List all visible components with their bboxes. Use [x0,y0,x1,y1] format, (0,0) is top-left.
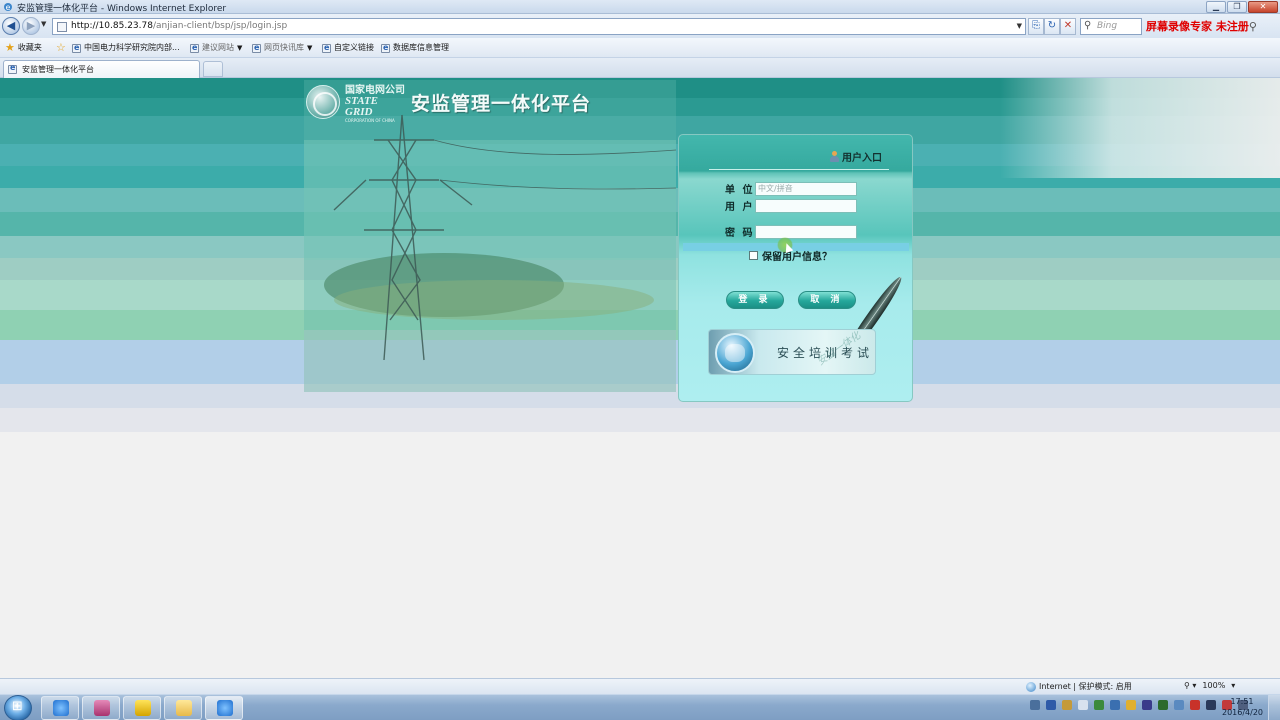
unit-label: 单 位 [725,185,755,196]
start-button[interactable] [4,695,32,720]
taskbar-ie-active-icon[interactable] [205,696,243,720]
ie-page-icon [190,42,199,54]
close-button[interactable]: ✕ [1248,1,1278,13]
address-dropdown-icon[interactable]: ▼ [1017,22,1022,30]
refresh-icon[interactable]: ↻ [1044,18,1060,35]
favorites-button[interactable]: ★ 收藏夹 [5,42,42,54]
globe-icon [715,333,755,373]
password-input[interactable] [755,224,857,239]
user-row: 用 户 [725,198,857,213]
zoom-dropdown-icon: ▾ [1231,681,1236,690]
favorite-link[interactable]: 中国电力科学研究院内部... [72,42,180,54]
login-header: 用户入口 [829,149,882,164]
ie-page-icon [381,42,390,54]
remember-label: 保留用户信息？ [762,252,832,263]
username-input[interactable] [755,198,857,213]
tray-icon[interactable] [1046,700,1056,710]
minimize-button[interactable]: ▁ [1206,1,1226,13]
add-star-icon: ☆ [56,41,66,54]
favorite-link[interactable]: 数据库信息管理 [381,42,449,54]
windows-taskbar: 17:51 2016/4/20 [0,694,1280,720]
tab-strip: 安监管理一体化平台 [0,58,1280,78]
show-desktop-button[interactable] [1268,695,1280,720]
history-dropdown-icon[interactable]: ▼ [41,20,46,28]
star-icon: ★ [5,41,15,54]
system-tray [1030,700,1248,710]
page-icon [57,22,67,32]
tab-active[interactable]: 安监管理一体化平台 [3,60,200,78]
taskbar-app-icon[interactable] [123,696,161,720]
search-icon: ⚲ [1084,20,1092,31]
taskbar-clock[interactable]: 17:51 2016/4/20 [1222,696,1263,718]
taskbar-ie-icon[interactable] [41,696,79,720]
ie-logo-icon: e [4,3,12,12]
brand-header: 国家电网公司 STATE GRID CORPORATION OF CHINA 安… [306,84,592,123]
compatibility-view-icon[interactable]: ⎘ [1028,18,1044,35]
address-input[interactable]: http://10.85.23.78/anjian-client/bsp/jsp… [52,18,1026,35]
recorder-watermark: 屏幕录像专家 未注册⚲ [1146,20,1257,33]
dropdown-icon: ▼ [307,44,313,52]
favorites-bar: ★ 收藏夹 ☆ 中国电力科学研究院内部... 建议网站 ▼ 网页快讯库 ▼ 自定… [0,38,1280,58]
page-title: 安监管理一体化平台 [411,92,592,115]
ie-page-icon [252,42,261,54]
ie-page-icon [322,42,331,54]
address-toolbar: ◀ ▶ ▼ http://10.85.23.78/anjian-client/b… [0,14,1280,38]
remember-checkbox[interactable] [749,251,758,260]
new-tab-button[interactable] [203,61,223,77]
ie-page-icon [72,42,81,54]
cancel-button[interactable]: 取 消 [798,291,856,309]
dropdown-icon: ▼ [237,44,243,52]
power-tower-illustration [304,80,676,392]
zoom-level: 100% [1202,681,1226,690]
taskbar-explorer-icon[interactable] [164,696,202,720]
security-zone[interactable]: Internet | 保护模式: 启用 [1026,681,1132,692]
zoom-icon: ⚲ ▾ [1184,681,1197,690]
maximize-button[interactable]: ❐ [1227,1,1247,13]
tray-icon[interactable] [1174,700,1184,710]
search-icon: ⚲ [1248,20,1257,33]
url-text[interactable]: http://10.85.23.78/anjian-client/bsp/jsp… [71,21,287,31]
stop-icon[interactable]: ✕ [1060,18,1076,35]
tray-icon[interactable] [1206,700,1216,710]
favorite-link[interactable]: 自定义链接 [322,42,374,54]
ie-page-icon [8,63,17,74]
status-bar: Internet | 保护模式: 启用 ⚲ ▾ 100% ▾ [0,678,1280,694]
back-button[interactable]: ◀ [2,17,20,35]
mouse-cursor-icon [777,237,793,253]
password-label: 密 码 [725,228,755,239]
window-title: 安监管理一体化平台 - Windows Internet Explorer [17,4,227,14]
search-placeholder: Bing [1097,21,1118,31]
state-grid-wordmark: 国家电网公司 STATE GRID CORPORATION OF CHINA [345,85,405,123]
tray-icon[interactable] [1158,700,1168,710]
login-panel: 用户入口 单 位 中文/拼音 用 户 密 码 保留用户信息？ 登 录 取 消 安… [678,134,913,402]
tray-icon[interactable] [1142,700,1152,710]
tray-icon[interactable] [1094,700,1104,710]
tray-icon[interactable] [1126,700,1136,710]
state-grid-logo-icon [306,85,340,119]
forward-button[interactable]: ▶ [22,17,40,35]
favorite-link[interactable]: 网页快讯库 ▼ [252,42,312,54]
window-titlebar: e 安监管理一体化平台 - Windows Internet Explorer … [0,0,1280,14]
tray-icon[interactable] [1078,700,1088,710]
header-divider [709,169,889,170]
internet-zone-icon [1026,681,1036,692]
password-row: 密 码 [725,224,857,239]
taskbar-app-icon[interactable] [82,696,120,720]
add-favorite-button[interactable]: ☆ [56,42,66,54]
page-content: 国家电网公司 STATE GRID CORPORATION OF CHINA 安… [0,78,1280,678]
login-button[interactable]: 登 录 [726,291,784,309]
tray-icon[interactable] [1062,700,1072,710]
search-input[interactable]: ⚲ Bing [1080,18,1142,35]
zoom-control[interactable]: ⚲ ▾ 100% ▾ [1184,681,1235,690]
tray-icon[interactable] [1030,700,1040,710]
unit-row: 单 位 中文/拼音 [725,181,857,196]
svg-text:e: e [6,3,11,12]
unit-input[interactable]: 中文/拼音 [755,181,857,196]
window-controls: ▁ ❐ ✕ [1206,1,1278,13]
favorite-link[interactable]: 建议网站 ▼ [190,42,242,54]
user-label: 用 户 [725,202,755,213]
tray-icon[interactable] [1110,700,1120,710]
tray-icon[interactable] [1190,700,1200,710]
user-icon [829,150,840,163]
